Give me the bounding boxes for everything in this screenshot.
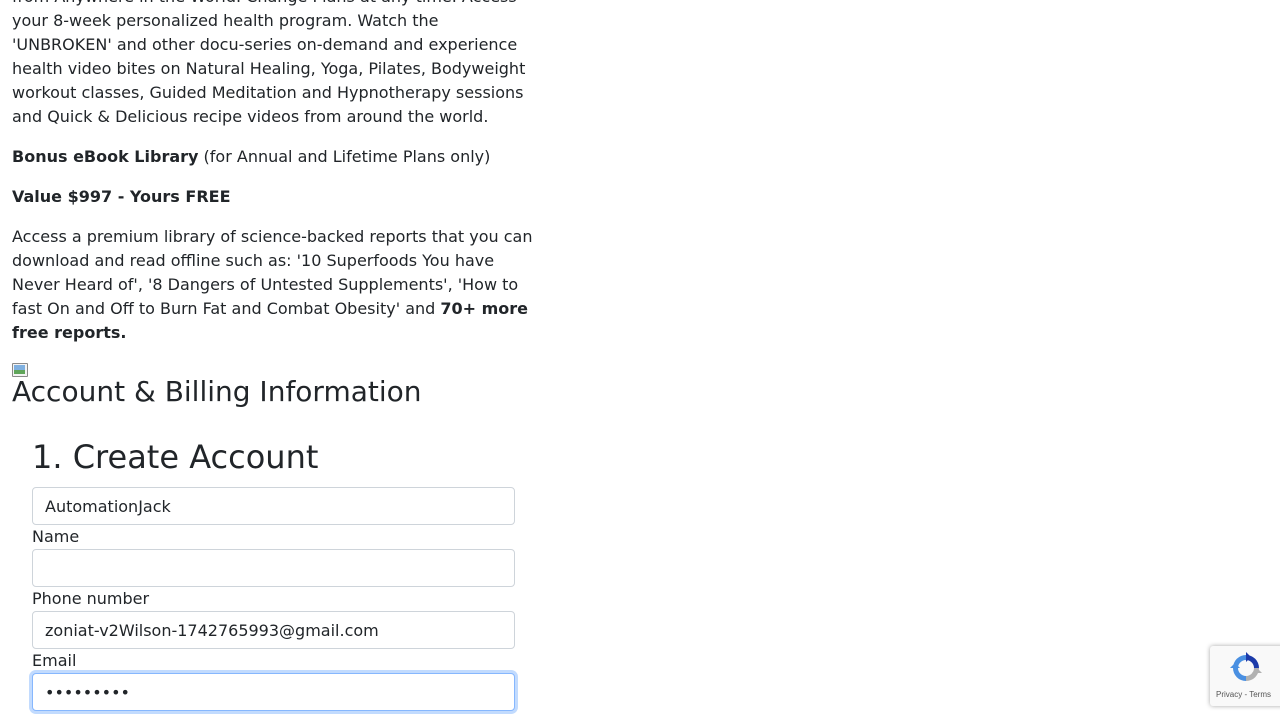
page: from Anywhere in the World. Change Plans… (0, 0, 1280, 720)
recaptcha-privacy-link[interactable]: Privacy (1216, 690, 1242, 699)
create-account-title: 1. Create Account (32, 438, 319, 476)
recaptcha-links: Privacy - Terms (1216, 690, 1271, 700)
phone-label: Phone number (32, 589, 150, 608)
create-account-form: 1. Create Account Name Phone number Emai… (32, 437, 515, 711)
bonus-subtitle: (for Annual and Lifetime Plans only) (198, 147, 491, 166)
phone-input[interactable] (32, 549, 515, 587)
password-input[interactable] (32, 673, 515, 711)
bonus-description: Access a premium library of science-back… (12, 225, 540, 345)
recaptcha-badge[interactable]: Privacy - Terms (1210, 646, 1280, 706)
bonus-title: Bonus eBook Library (12, 147, 199, 166)
bonus-value: Value $997 - Yours FREE (12, 185, 540, 209)
billing-title: Account & Billing Information (12, 375, 422, 408)
recaptcha-terms-link[interactable]: Terms (1249, 690, 1271, 699)
email-input[interactable] (32, 611, 515, 649)
email-label: Email (32, 651, 77, 670)
bonus-value-text: Value $997 - Yours FREE (12, 187, 231, 206)
recaptcha-logo-icon (1230, 652, 1262, 681)
intro-paragraph: from Anywhere in the World. Change Plans… (12, 0, 526, 126)
bonus-heading: Bonus eBook Library (for Annual and Life… (12, 145, 540, 169)
main-content: from Anywhere in the World. Change Plans… (12, 0, 540, 711)
name-input[interactable] (32, 487, 515, 525)
broken-image-icon (12, 363, 28, 377)
name-label: Name (32, 527, 80, 546)
